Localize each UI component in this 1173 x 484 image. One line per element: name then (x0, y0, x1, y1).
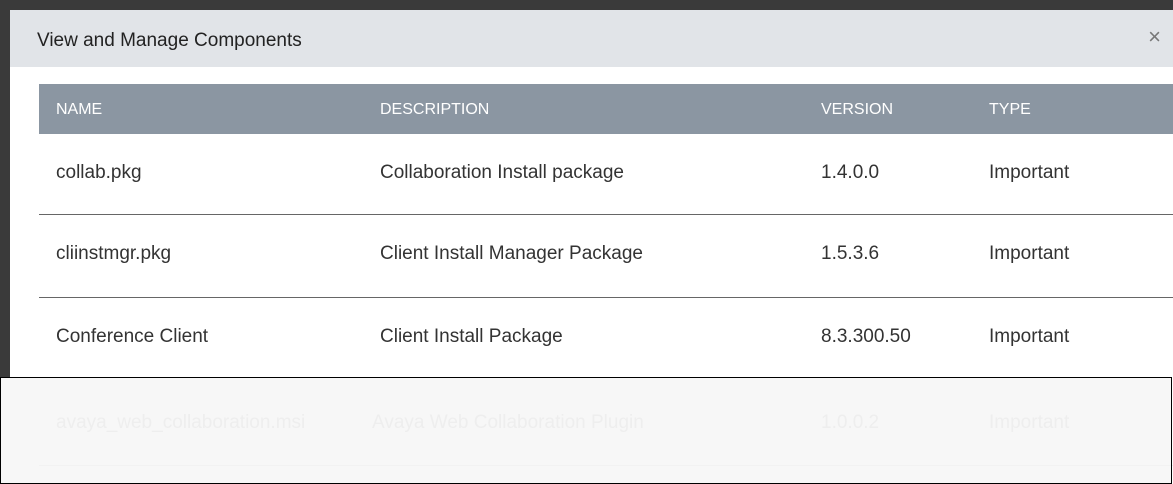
cell-type: Important (989, 243, 1070, 264)
cell-type: Important (989, 162, 1070, 183)
table-row[interactable]: cliinstmgr.pkg Client Install Manager Pa… (39, 215, 1173, 297)
column-header-version[interactable]: VERSION (821, 101, 893, 119)
cell-type: Important (989, 326, 1070, 347)
cell-version: 1.4.0.0 (821, 162, 880, 183)
column-header-name[interactable]: NAME (56, 101, 102, 119)
cell-name: Conference Client (56, 326, 209, 347)
table-header: NAME DESCRIPTION VERSION TYPE (39, 84, 1173, 134)
close-icon[interactable]: × (1148, 26, 1161, 48)
cell-description: Client Install Package (380, 326, 563, 347)
table-row[interactable]: collab.pkg Collaboration Install package… (39, 134, 1173, 216)
column-header-type[interactable]: TYPE (989, 101, 1031, 119)
cell-description: Collaboration Install package (380, 162, 624, 183)
cell-name: collab.pkg (56, 162, 142, 183)
dialog-title: View and Manage Components (37, 30, 302, 51)
column-header-description[interactable]: DESCRIPTION (380, 101, 489, 119)
cell-name: cliinstmgr.pkg (56, 243, 172, 264)
cell-version: 1.5.3.6 (821, 243, 880, 264)
cell-version: 8.3.300.50 (821, 326, 911, 347)
overlay-border (0, 377, 1172, 484)
cell-description: Client Install Manager Package (380, 243, 643, 264)
backdrop-top (0, 0, 1173, 10)
table-row[interactable]: Conference Client Client Install Package… (39, 298, 1173, 380)
page: View and Manage Components × NAME DESCRI… (0, 0, 1173, 484)
dialog-header: View and Manage Components × (10, 10, 1173, 67)
